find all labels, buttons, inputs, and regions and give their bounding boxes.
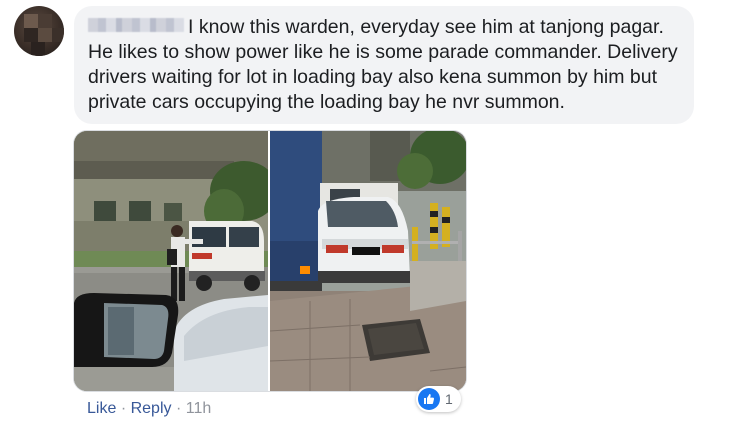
photo-warden-and-van[interactable] (74, 131, 268, 391)
comment-bubble: I know this warden, everyday see him at … (74, 6, 694, 124)
like-reaction-icon (418, 388, 440, 410)
author-name-redacted[interactable] (88, 18, 184, 32)
reaction-summary[interactable]: 1 (416, 386, 461, 412)
photo-car-in-loading-bay[interactable] (270, 131, 466, 391)
separator: · (175, 400, 182, 417)
photo-warden-and-van-image (74, 131, 268, 391)
separator: · (120, 400, 127, 417)
timestamp[interactable]: 11h (186, 400, 212, 417)
reaction-count: 1 (445, 391, 453, 407)
like-link[interactable]: Like (87, 400, 116, 417)
avatar[interactable] (14, 6, 64, 56)
photo-attachment[interactable] (73, 130, 467, 392)
comment-text: I know this warden, everyday see him at … (88, 15, 680, 115)
comment-actions: Like · Reply · 11h (87, 400, 211, 418)
photo-car-in-loading-bay-image (270, 131, 466, 391)
reply-link[interactable]: Reply (131, 400, 172, 417)
